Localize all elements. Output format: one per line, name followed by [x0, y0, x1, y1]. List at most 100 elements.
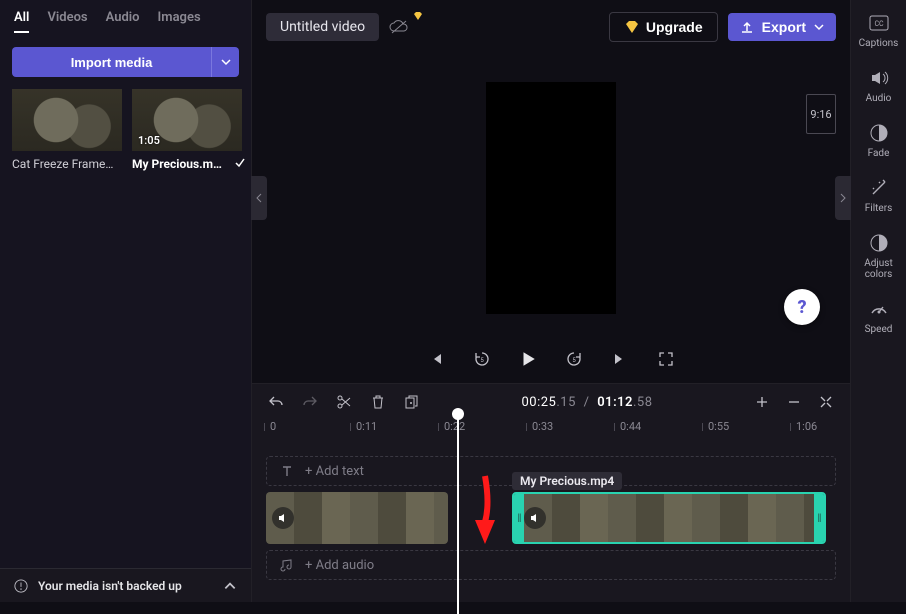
clip-handle-right[interactable]: || [814, 494, 824, 542]
forward-icon: 5 [565, 350, 583, 368]
ruler-tick: 0:11 [356, 420, 377, 433]
rail-adjust-colors[interactable]: Adjust colors [851, 232, 906, 280]
diamond-icon [413, 11, 423, 21]
music-icon [279, 557, 295, 573]
media-item-label: Cat Freeze Frame… [12, 157, 122, 171]
clip-handle-left[interactable]: || [514, 494, 524, 542]
rail-filters[interactable]: Filters [851, 177, 906, 214]
duplicate-icon [404, 394, 420, 410]
panel-collapse-left[interactable] [251, 176, 267, 220]
clip-volume-button[interactable] [524, 507, 546, 529]
clip-frames [524, 494, 814, 542]
cloud-off-icon [389, 19, 409, 35]
time-current-frac: .15 [556, 395, 576, 410]
tab-images[interactable]: Images [158, 10, 201, 33]
chevron-left-icon [255, 193, 263, 203]
text-track-label: + Add text [305, 464, 364, 479]
time-current: 00:25 [521, 395, 556, 410]
zoom-out-button[interactable] [786, 394, 802, 410]
chevron-down-icon [221, 57, 231, 67]
svg-text:CC: CC [874, 20, 884, 28]
time-total-frac: .58 [633, 395, 653, 410]
preview-area: 9:16 ? [252, 54, 850, 341]
center-area: Untitled video Upgrade Export 9:16 ? [252, 0, 850, 602]
rail-fade[interactable]: Fade [851, 122, 906, 159]
clip-label: My Precious.mp4 [512, 472, 622, 490]
rail-label: Speed [865, 324, 893, 335]
speaker-icon [868, 67, 890, 89]
media-item[interactable]: 1:05 My Precious.m… [132, 89, 242, 171]
video-clip[interactable] [266, 492, 448, 544]
rail-label: Adjust colors [851, 258, 906, 280]
redo-icon [302, 394, 318, 410]
svg-text:5: 5 [572, 357, 576, 364]
media-item-label: My Precious.m… [132, 157, 242, 171]
skip-start-button[interactable] [426, 349, 446, 369]
media-thumbnail [12, 89, 122, 151]
export-button[interactable]: Export [728, 13, 836, 41]
minus-icon [787, 395, 801, 409]
import-media-button[interactable]: Import media [12, 47, 211, 77]
export-label: Export [762, 19, 806, 35]
skip-previous-icon [428, 351, 444, 367]
chevron-right-icon [839, 193, 847, 203]
zoom-in-button[interactable] [754, 394, 770, 410]
time-total: 01:12 [597, 395, 633, 410]
video-track: My Precious.mp4 || || [266, 492, 836, 544]
duplicate-button[interactable] [404, 394, 420, 410]
import-media-dropdown[interactable] [211, 47, 239, 77]
media-item[interactable]: Cat Freeze Frame… [12, 89, 122, 171]
undo-icon [268, 394, 284, 410]
media-duration: 1:05 [138, 134, 160, 147]
ruler-tick: 0:44 [620, 420, 641, 433]
video-clip-selected[interactable]: || || [512, 492, 826, 544]
preview-canvas[interactable] [486, 82, 616, 314]
tab-videos[interactable]: Videos [47, 10, 87, 33]
zoom-fit-button[interactable] [818, 394, 834, 410]
rail-captions[interactable]: CC Captions [851, 12, 906, 49]
project-title[interactable]: Untitled video [266, 13, 379, 41]
upgrade-label: Upgrade [646, 19, 703, 35]
panel-collapse-right[interactable] [835, 176, 851, 220]
timeline-ruler[interactable]: 0 0:11 0:22 0:33 0:44 0:55 1:06 [252, 420, 850, 442]
volume-icon [277, 512, 289, 524]
redo-button[interactable] [302, 394, 318, 410]
clip-volume-button[interactable] [272, 507, 294, 529]
forward-5-button[interactable]: 5 [564, 349, 584, 369]
rail-label: Captions [859, 38, 899, 49]
volume-icon [529, 512, 541, 524]
text-icon [279, 463, 295, 479]
play-icon [519, 350, 537, 368]
upload-icon [740, 20, 754, 34]
undo-button[interactable] [268, 394, 284, 410]
help-button[interactable]: ? [784, 289, 820, 325]
rail-audio[interactable]: Audio [851, 67, 906, 104]
diamond-icon [624, 20, 640, 34]
check-icon [234, 157, 246, 169]
ruler-tick: 0:22 [444, 420, 465, 433]
upgrade-button[interactable]: Upgrade [609, 12, 718, 42]
timeline-timecode: 00:25.15 / 01:12.58 [521, 395, 652, 410]
rail-speed[interactable]: Speed [851, 298, 906, 335]
chevron-up-icon [223, 579, 237, 593]
play-button[interactable] [518, 349, 538, 369]
captions-icon: CC [868, 12, 890, 34]
aspect-ratio-button[interactable]: 9:16 [806, 94, 836, 134]
timeline-tracks: + Add text My Precious.mp4 || || [252, 442, 850, 602]
chevron-down-icon [814, 22, 824, 32]
tab-audio[interactable]: Audio [106, 10, 140, 33]
rewind-5-button[interactable]: 5 [472, 349, 492, 369]
backup-warning-bar[interactable]: Your media isn't backed up [0, 568, 251, 602]
import-row: Import media [0, 39, 251, 89]
rail-label: Audio [866, 93, 892, 104]
skip-end-button[interactable] [610, 349, 630, 369]
cloud-sync-off[interactable] [389, 19, 409, 35]
ruler-tick: 1:06 [796, 420, 817, 433]
split-button[interactable] [336, 394, 352, 410]
fullscreen-button[interactable] [656, 349, 676, 369]
tab-all[interactable]: All [14, 10, 29, 33]
audio-track[interactable]: + Add audio [266, 550, 836, 580]
delete-button[interactable] [370, 394, 386, 410]
rail-label: Filters [865, 203, 893, 214]
scissors-icon [336, 394, 352, 410]
